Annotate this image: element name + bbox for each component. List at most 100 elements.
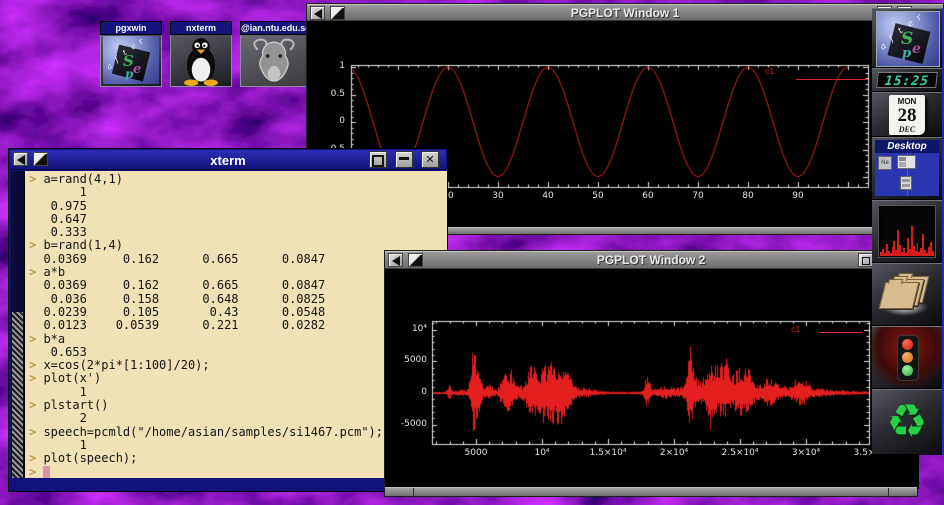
terminal-line: > b=rand(1,4) (29, 239, 445, 252)
terminal-cursor (43, 466, 50, 478)
terminal-line: > plot(speech); (29, 452, 445, 465)
desktop-icon-nxterm[interactable]: nxterm (170, 21, 232, 87)
minimize-button[interactable] (395, 151, 413, 168)
wharf-tile-recycler[interactable]: ♻ (872, 389, 942, 455)
load-bar (932, 251, 934, 256)
terminal-line: 0.0369 0.162 0.665 0.0847 (29, 279, 445, 292)
load-bars (880, 205, 934, 256)
digital-clock: 15:25 (876, 72, 938, 88)
axis-tick-label: 80 (733, 191, 763, 201)
window-pgplot-2: PGPLOT Window 2 10⁴50000-5000500010⁴1.5×… (384, 250, 918, 497)
terminal-line: 0.0123 0.0539 0.221 0.0282 (29, 319, 445, 332)
terminal-scrollbar[interactable] (11, 171, 25, 478)
pager-window[interactable] (897, 155, 916, 169)
close-icon: ✕ (425, 153, 434, 166)
afterstep-logo-icon: a f t e r S e p (103, 36, 159, 84)
wharf-tile-afterstep-logo[interactable]: a f t e r S e p (872, 8, 942, 68)
recycle-icon: ♻ (872, 392, 942, 450)
terminal-line: > plot(x') (29, 372, 445, 385)
icon-title: nxterm (170, 21, 232, 35)
desktop-screen: { "desktop_icons": [ {"label": "pgxwin"}… (0, 0, 944, 505)
wharf-panel: a f t e r S e p 15:25 MON 28 DEC Desktop… (872, 8, 944, 455)
axis-tick-label: 3×10⁴ (783, 448, 829, 458)
axis-tick-label: 1 (315, 61, 345, 71)
maximize-button[interactable] (369, 151, 387, 168)
terminal-line: > plstart() (29, 399, 445, 412)
pager-window[interactable]: Ne (878, 156, 892, 170)
wharf-tile-clock[interactable]: 15:25 (872, 68, 942, 92)
axis-tick-label: 0 (389, 387, 427, 397)
pgplot2-axis-labels: 10⁴50000-5000500010⁴1.5×10⁴2×10⁴2.5×10⁴3… (385, 251, 919, 498)
pgplot2-resize-bar[interactable] (385, 487, 917, 496)
terminal-line: 0.975 (29, 200, 445, 213)
axis-tick-label: 5000 (453, 448, 499, 458)
terminal-line: 0.0239 0.105 0.43 0.0548 (29, 306, 445, 319)
terminal-line: > b*a (29, 333, 445, 346)
legend-line (819, 332, 863, 333)
wharf-tile-pager[interactable]: Desktop Ne (872, 137, 942, 200)
minimize-icon (399, 157, 409, 160)
terminal-line: 0.036 0.158 0.648 0.0825 (29, 293, 445, 306)
axis-tick-label: 10⁴ (519, 448, 565, 458)
terminal-line: > speech=pcmld("/home/asian/samples/si14… (29, 426, 445, 439)
desktop-pager[interactable]: Ne (875, 153, 939, 196)
close-button[interactable]: ✕ (421, 151, 439, 168)
axis-tick-label: 2×10⁴ (651, 448, 697, 458)
terminal-line: > a*b (29, 266, 445, 279)
calendar-month: DEC (889, 125, 925, 134)
wharf-tile-file-manager[interactable] (872, 263, 942, 326)
terminal-line: 0.333 (29, 226, 445, 239)
legend-line (796, 79, 868, 80)
calendar-day: 28 (889, 106, 925, 125)
legend-label: c1 (791, 325, 801, 334)
window-xterm: xterm ✕ > a=rand(4,1) 1 0.975 0.647 0.33… (8, 148, 448, 492)
axis-tick-label: 0 (315, 116, 345, 126)
wharf-tile-calendar[interactable]: MON 28 DEC (872, 92, 942, 137)
afterstep-logo-icon: a f t e r S e p (876, 11, 940, 67)
maximize-icon (372, 155, 384, 167)
terminal-line: 1 (29, 439, 445, 452)
wharf-tile-load-monitor[interactable] (872, 200, 942, 263)
terminal-text: > a=rand(4,1) 1 0.975 0.647 0.333> b=ran… (29, 173, 445, 479)
axis-tick-label: 90 (783, 191, 813, 201)
terminal-line: 0.647 (29, 213, 445, 226)
axis-tick-label: 60 (633, 191, 663, 201)
axis-tick-label: 1.5×10⁴ (585, 448, 631, 458)
axis-tick-label: 70 (683, 191, 713, 201)
cpu-load-monitor (878, 205, 936, 258)
calendar-icon: MON 28 DEC (889, 95, 925, 135)
axis-tick-label: 50 (583, 191, 613, 201)
tux-penguin-icon (170, 35, 232, 87)
axis-tick-label: 0.5 (315, 89, 345, 99)
terminal-line: 2 (29, 412, 445, 425)
traffic-light-icon (897, 335, 919, 381)
terminal-line: 1 (29, 186, 445, 199)
axis-tick-label: 40 (533, 191, 563, 201)
axis-tick-label: 30 (483, 191, 513, 201)
pager-title: Desktop (875, 140, 939, 153)
xterm-titlebar[interactable]: xterm ✕ (10, 150, 446, 170)
terminal-line: 0.0369 0.162 0.665 0.0847 (29, 253, 445, 266)
terminal-screen[interactable]: > a=rand(4,1) 1 0.975 0.647 0.333> b=ran… (11, 171, 447, 478)
terminal-line: > x=cos(2*pi*[1:100]/20); (29, 359, 445, 372)
terminal-line: 1 (29, 386, 445, 399)
axis-tick-label: 2.5×10⁴ (717, 448, 763, 458)
terminal-line: 0.653 (29, 346, 445, 359)
desktop-icon-pgxwin[interactable]: pgxwin a f t e r S e p (100, 21, 162, 87)
icon-title: @ian.ntu.edu.sg (240, 21, 308, 35)
pgxwin-icon: a f t e r S e p (100, 35, 162, 87)
axis-tick-label: 5000 (389, 355, 427, 365)
legend-label: c1 (765, 67, 775, 76)
folder-icon (879, 282, 920, 309)
scrollbar-thumb[interactable] (12, 312, 23, 478)
wharf-tile-traffic-light[interactable] (872, 326, 942, 389)
gnu-head-icon (240, 35, 308, 87)
pager-window[interactable] (900, 176, 912, 190)
resize-notch (413, 488, 414, 496)
icon-title: pgxwin (100, 21, 162, 35)
resize-notch (888, 488, 889, 496)
terminal-line: > a=rand(4,1) (29, 173, 445, 186)
axis-tick-label: 10⁴ (389, 324, 427, 334)
terminal-line: > (29, 466, 445, 479)
desktop-icon-remote-host[interactable]: @ian.ntu.edu.sg (240, 21, 308, 87)
